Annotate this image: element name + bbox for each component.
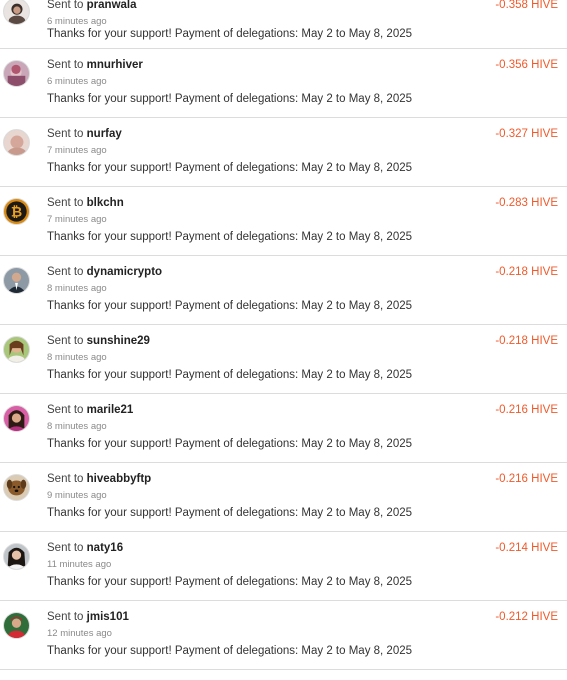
memo-text: Thanks for your support! Payment of dele… [47, 645, 413, 657]
transaction-row: Sent to marile21 8 minutes ago Thanks fo… [0, 394, 567, 463]
avatar[interactable] [3, 543, 30, 570]
memo-text: Thanks for your support! Payment of dele… [47, 93, 413, 105]
avatar[interactable] [3, 405, 30, 432]
recipient-link[interactable]: pranwala [87, 0, 137, 11]
timestamp: 8 minutes ago [47, 352, 107, 363]
amount: -0.214 HIVE [495, 542, 558, 554]
recipient-line: Sent to marile21 [47, 404, 133, 416]
amount: -0.283 HIVE [495, 197, 558, 209]
timestamp: 7 minutes ago [47, 214, 107, 225]
transaction-row: Sent to naty16 11 minutes ago Thanks for… [0, 532, 567, 601]
recipient-link[interactable]: hiveabbyftp [87, 473, 152, 485]
amount: -0.216 HIVE [495, 404, 558, 416]
memo-text: Thanks for your support! Payment of dele… [47, 28, 413, 40]
memo-text: Thanks for your support! Payment of dele… [47, 576, 413, 588]
recipient-line: Sent to naty16 [47, 542, 123, 554]
avatar[interactable] [3, 129, 30, 156]
sent-to-label: Sent to [47, 197, 84, 209]
timestamp: 9 minutes ago [47, 490, 107, 501]
memo-text: Thanks for your support! Payment of dele… [47, 438, 413, 450]
recipient-line: Sent to sunshine29 [47, 335, 150, 347]
recipient-line: Sent to blkchn [47, 197, 124, 209]
timestamp: 7 minutes ago [47, 145, 107, 156]
recipient-link[interactable]: mnurhiver [87, 59, 143, 71]
recipient-link[interactable]: naty16 [87, 542, 123, 554]
sent-to-label: Sent to [47, 0, 84, 11]
recipient-link[interactable]: marile21 [87, 404, 134, 416]
avatar[interactable] [3, 0, 30, 25]
sent-to-label: Sent to [47, 611, 84, 623]
timestamp: 11 minutes ago [47, 559, 112, 570]
recipient-line: Sent to mnurhiver [47, 59, 143, 71]
transaction-row: Sent to pranwala 6 minutes ago Thanks fo… [0, 0, 567, 49]
amount: -0.212 HIVE [495, 611, 558, 623]
recipient-link[interactable]: blkchn [87, 197, 124, 209]
transaction-row: Sent to mnurhiver 6 minutes ago Thanks f… [0, 49, 567, 118]
amount: -0.218 HIVE [495, 266, 558, 278]
transaction-row: Sent to nurfay 7 minutes ago Thanks for … [0, 118, 567, 187]
amount: -0.216 HIVE [495, 473, 558, 485]
timestamp: 6 minutes ago [47, 16, 107, 27]
timestamp: 8 minutes ago [47, 421, 107, 432]
amount: -0.218 HIVE [495, 335, 558, 347]
transaction-row: Sent to jmis101 12 minutes ago Thanks fo… [0, 601, 567, 670]
recipient-link[interactable]: nurfay [87, 128, 122, 140]
transaction-row: ₿ Sent to blkchn 7 minutes ago Thanks fo… [0, 187, 567, 256]
sent-to-label: Sent to [47, 266, 84, 278]
recipient-line: Sent to nurfay [47, 128, 122, 140]
recipient-line: Sent to jmis101 [47, 611, 129, 623]
sent-to-label: Sent to [47, 542, 84, 554]
recipient-line: Sent to hiveabbyftp [47, 473, 151, 485]
timestamp: 8 minutes ago [47, 283, 107, 294]
transaction-row: Sent to hiveabbyftp 9 minutes ago Thanks… [0, 463, 567, 532]
transaction-list: Sent to pranwala 6 minutes ago Thanks fo… [0, 0, 567, 670]
sent-to-label: Sent to [47, 473, 84, 485]
sent-to-label: Sent to [47, 59, 84, 71]
transaction-row: Sent to sunshine29 8 minutes ago Thanks … [0, 325, 567, 394]
memo-text: Thanks for your support! Payment of dele… [47, 300, 413, 312]
sent-to-label: Sent to [47, 404, 84, 416]
memo-text: Thanks for your support! Payment of dele… [47, 162, 413, 174]
recipient-line: Sent to dynamicrypto [47, 266, 162, 278]
transaction-row: Sent to dynamicrypto 8 minutes ago Thank… [0, 256, 567, 325]
memo-text: Thanks for your support! Payment of dele… [47, 369, 413, 381]
timestamp: 6 minutes ago [47, 76, 107, 87]
avatar[interactable] [3, 60, 30, 87]
memo-text: Thanks for your support! Payment of dele… [47, 507, 413, 519]
sent-to-label: Sent to [47, 335, 84, 347]
avatar[interactable] [3, 612, 30, 639]
memo-text: Thanks for your support! Payment of dele… [47, 231, 413, 243]
avatar[interactable] [3, 336, 30, 363]
amount: -0.327 HIVE [495, 128, 558, 140]
bitcoin-icon[interactable]: ₿ [3, 198, 30, 225]
recipient-link[interactable]: jmis101 [87, 611, 129, 623]
recipient-line: Sent to pranwala [47, 0, 137, 11]
avatar[interactable] [3, 267, 30, 294]
sent-to-label: Sent to [47, 128, 84, 140]
avatar[interactable] [3, 474, 30, 501]
recipient-link[interactable]: sunshine29 [87, 335, 150, 347]
timestamp: 12 minutes ago [47, 628, 112, 639]
svg-text:₿: ₿ [11, 205, 22, 221]
amount: -0.356 HIVE [495, 59, 558, 71]
recipient-link[interactable]: dynamicrypto [87, 266, 162, 278]
amount: -0.358 HIVE [495, 0, 558, 11]
